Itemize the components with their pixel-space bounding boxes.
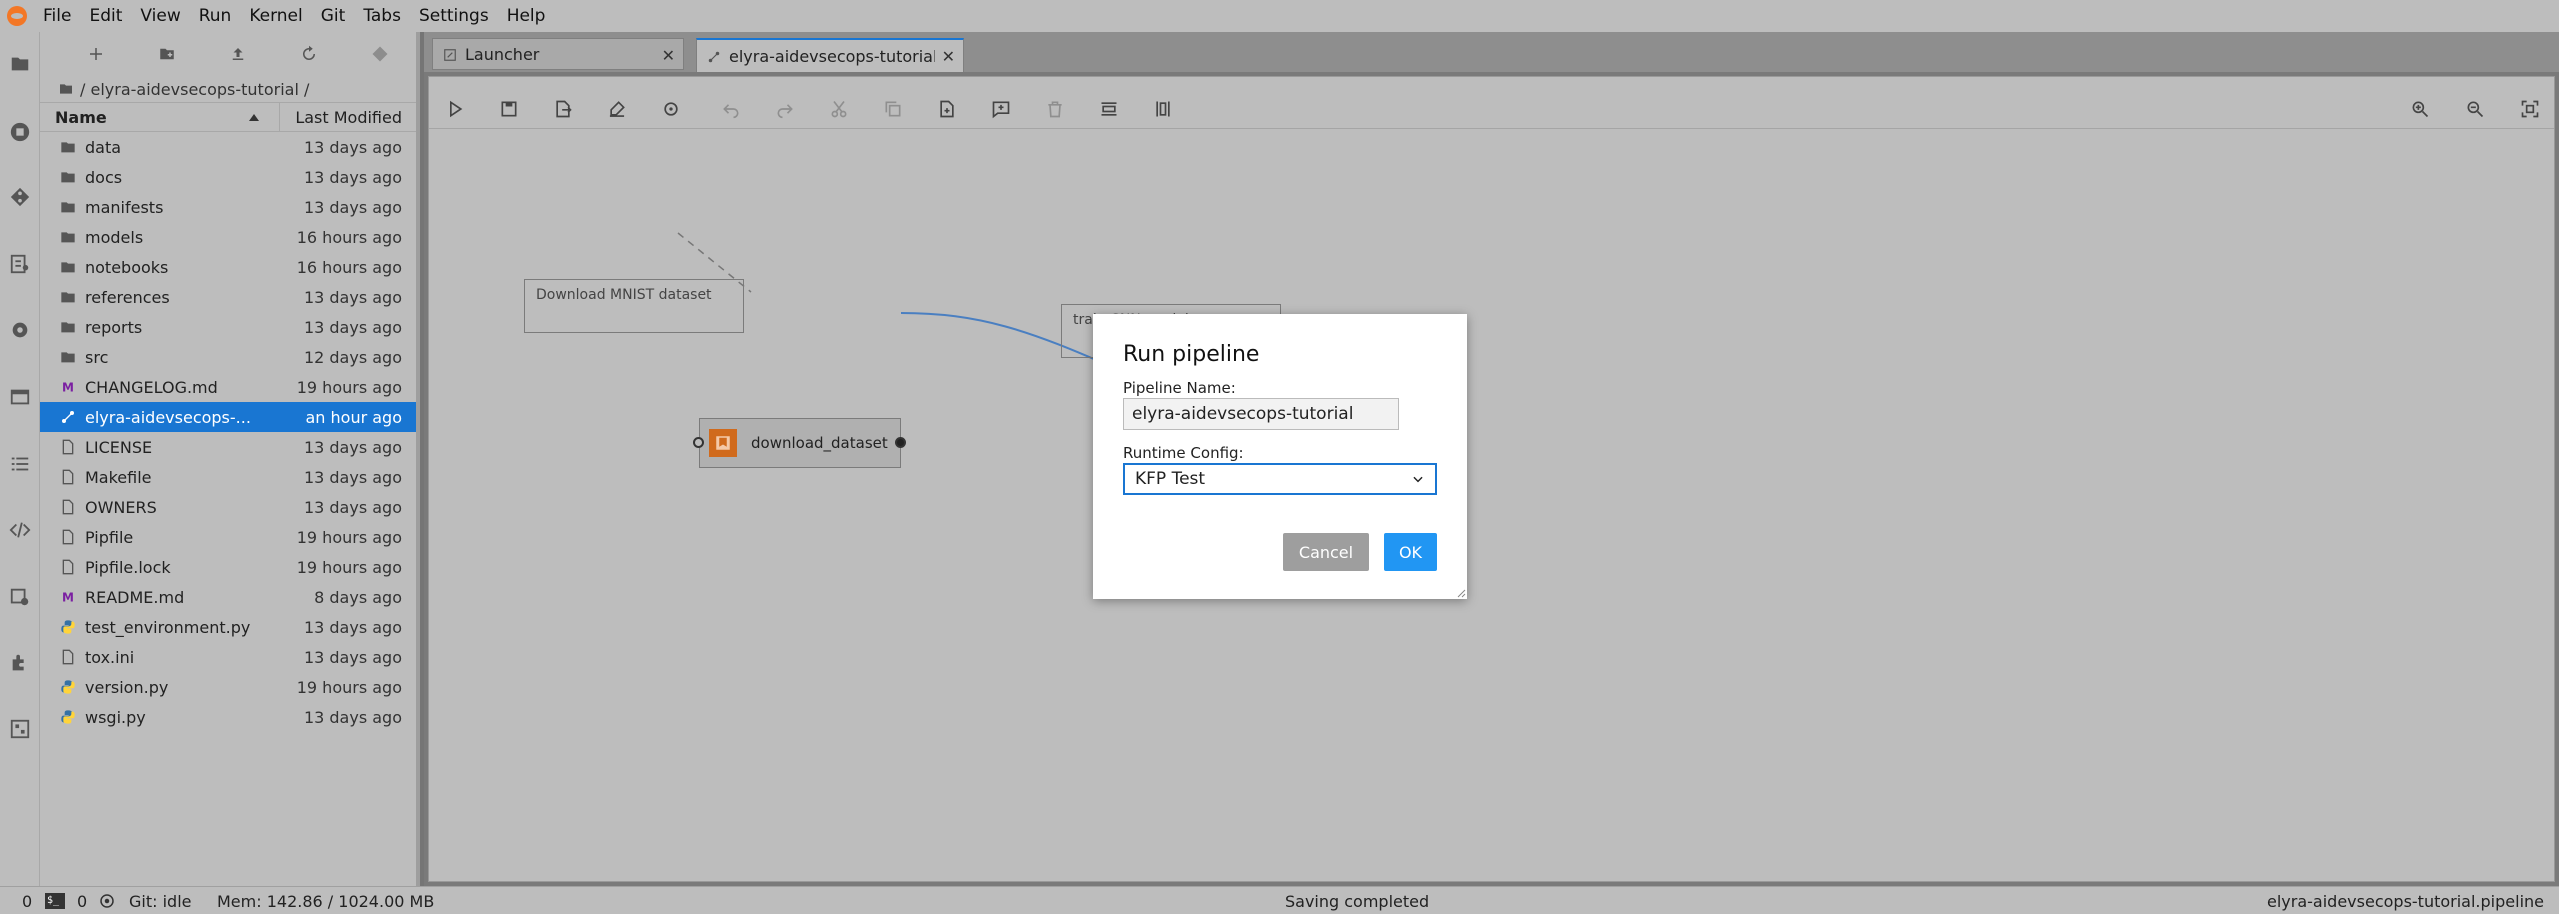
terminal-count[interactable]: 0 xyxy=(77,887,87,914)
runtime-config-value: KFP Test xyxy=(1135,469,1206,489)
terminal-icon: $_ xyxy=(45,887,65,914)
pipeline-name-label: Pipeline Name: xyxy=(1123,379,1236,397)
status-bar: 0 $_ 0 Git: idle Mem: 142.86 / 1024.00 M… xyxy=(0,886,2559,914)
runtime-config-label: Runtime Config: xyxy=(1123,444,1244,462)
dialog-title: Run pipeline xyxy=(1123,342,1260,367)
status-message: Saving completed xyxy=(1285,891,1430,911)
modal-overlay: Run pipeline Pipeline Name: elyra-aidevs… xyxy=(0,0,2559,914)
current-file-name: elyra-aidevsecops-tutorial.pipeline xyxy=(2267,891,2544,911)
ok-button[interactable]: OK xyxy=(1384,533,1437,571)
resize-handle-icon[interactable] xyxy=(1456,588,1466,598)
runtime-config-select[interactable]: KFP Test xyxy=(1123,463,1437,495)
kernel-status-icon xyxy=(98,887,116,914)
memory-usage: Mem: 142.86 / 1024.00 MB xyxy=(217,891,435,911)
cancel-button[interactable]: Cancel xyxy=(1283,533,1369,571)
chevron-down-icon xyxy=(1413,476,1423,483)
run-pipeline-dialog: Run pipeline Pipeline Name: elyra-aidevs… xyxy=(1093,314,1467,599)
kernel-count[interactable]: 0 xyxy=(22,887,32,914)
git-status[interactable]: Git: idle xyxy=(129,887,191,914)
pipeline-name-input[interactable]: elyra-aidevsecops-tutorial xyxy=(1123,398,1399,430)
